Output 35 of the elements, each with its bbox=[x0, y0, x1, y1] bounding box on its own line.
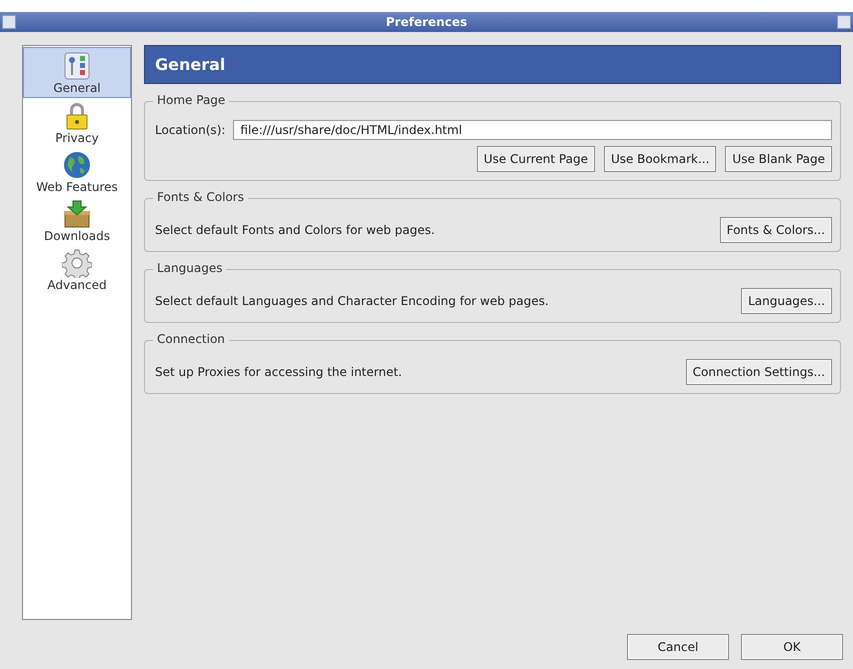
category-item[interactable]: Downloads bbox=[23, 196, 131, 245]
gear-icon bbox=[62, 248, 92, 278]
group-title: Home Page bbox=[153, 93, 230, 107]
group-title: Fonts & Colors bbox=[153, 190, 248, 204]
close-button[interactable] bbox=[837, 15, 851, 29]
category-label: General bbox=[53, 81, 101, 95]
dialog-button[interactable]: Cancel bbox=[627, 634, 729, 660]
group-description: Set up Proxies for accessing the internet. bbox=[155, 365, 403, 379]
window-menu-button[interactable] bbox=[2, 15, 16, 29]
category-item[interactable]: General bbox=[23, 47, 131, 98]
globe-icon bbox=[62, 150, 92, 180]
field-label: Location(s): bbox=[155, 123, 226, 137]
sliders-icon bbox=[62, 51, 92, 81]
group-description: Select default Fonts and Colors for web pages. bbox=[155, 223, 436, 237]
group-title: Languages bbox=[153, 261, 226, 275]
action-button[interactable]: Connection Settings... bbox=[686, 359, 832, 385]
category-item[interactable]: Advanced bbox=[23, 245, 131, 294]
category-item[interactable]: Privacy bbox=[23, 98, 131, 147]
category-label: Web Features bbox=[36, 180, 118, 194]
panel-header: General bbox=[144, 45, 841, 84]
window-title: Preferences bbox=[386, 15, 468, 29]
box-download-icon bbox=[62, 199, 92, 229]
action-button[interactable]: Use Bookmark... bbox=[604, 146, 716, 172]
group-description: Select default Languages and Character Encoding for web pages. bbox=[155, 294, 550, 308]
group-title: Connection bbox=[153, 332, 229, 346]
action-button[interactable]: Fonts & Colors... bbox=[720, 217, 832, 243]
action-button[interactable]: Use Blank Page bbox=[725, 146, 832, 172]
category-label: Downloads bbox=[44, 229, 110, 243]
location-field[interactable]: file:///usr/share/doc/HTML/index.html bbox=[233, 120, 832, 140]
action-button[interactable]: Languages... bbox=[741, 288, 832, 314]
category-label: Advanced bbox=[47, 278, 107, 292]
category-label: Privacy bbox=[55, 131, 99, 145]
category-item[interactable]: Web Features bbox=[23, 147, 131, 196]
action-button[interactable]: Use Current Page bbox=[476, 146, 595, 172]
dialog-button[interactable]: OK bbox=[741, 634, 843, 660]
